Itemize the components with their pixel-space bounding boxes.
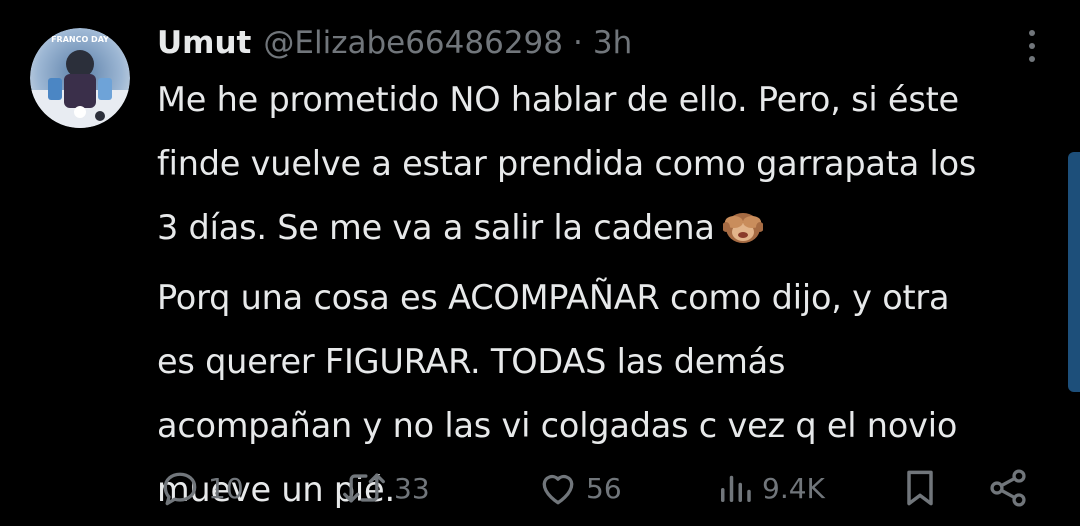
views-button[interactable]: 9.4K xyxy=(714,462,825,514)
tweet-text: Me he prometido NO hablar de ello. Pero,… xyxy=(157,68,1057,522)
separator-dot: · xyxy=(573,25,583,61)
tweet-text-line: es querer FIGURAR. TODAS las demás xyxy=(157,342,786,381)
like-button[interactable]: 56 xyxy=(536,462,622,514)
reply-count: 10 xyxy=(208,471,244,505)
avatar-badge-text: FRANCO DAY xyxy=(51,35,109,44)
like-count: 56 xyxy=(586,471,622,505)
retweet-count: 33 xyxy=(394,471,430,505)
tweet[interactable]: FRANCO DAY Umut @Elizabe66486298 · 3h Me… xyxy=(0,0,1080,526)
timestamp[interactable]: 3h xyxy=(593,21,632,65)
views-icon xyxy=(714,466,756,510)
author-name[interactable]: Umut xyxy=(157,21,251,65)
tweet-header: Umut @Elizabe66486298 · 3h xyxy=(157,21,632,65)
reply-icon xyxy=(158,466,202,510)
retweet-icon xyxy=(340,466,388,510)
scrollbar[interactable] xyxy=(1068,152,1080,392)
tweet-text-line: 3 días. Se me va a salir la cadena xyxy=(157,196,1057,266)
share-button[interactable] xyxy=(986,462,1030,514)
tweet-text-line: Me he prometido NO hablar de ello. Pero,… xyxy=(157,80,959,119)
retweet-button[interactable]: 33 xyxy=(340,462,430,514)
tweet-text-segment: 3 días. Se me va a salir la cadena xyxy=(157,208,715,247)
heart-icon xyxy=(536,466,580,510)
views-count: 9.4K xyxy=(762,471,825,505)
avatar[interactable]: FRANCO DAY xyxy=(30,28,130,128)
author-handle[interactable]: @Elizabe66486298 xyxy=(263,21,563,65)
more-options-icon[interactable] xyxy=(1024,30,1040,62)
bookmark-icon xyxy=(898,466,942,510)
tweet-text-line: acompañan y no las vi colgadas c vez q e… xyxy=(157,406,958,445)
tweet-text-line: Porq una cosa es ACOMPAÑAR como dijo, y … xyxy=(157,278,950,317)
reply-button[interactable]: 10 xyxy=(158,462,244,514)
tweet-text-line: finde vuelve a estar prendida como garra… xyxy=(157,144,977,183)
action-bar: 10 33 56 9.4K xyxy=(158,462,1038,514)
share-icon xyxy=(986,466,1030,510)
see-no-evil-monkey-icon xyxy=(721,202,764,266)
bookmark-button[interactable] xyxy=(898,462,942,514)
